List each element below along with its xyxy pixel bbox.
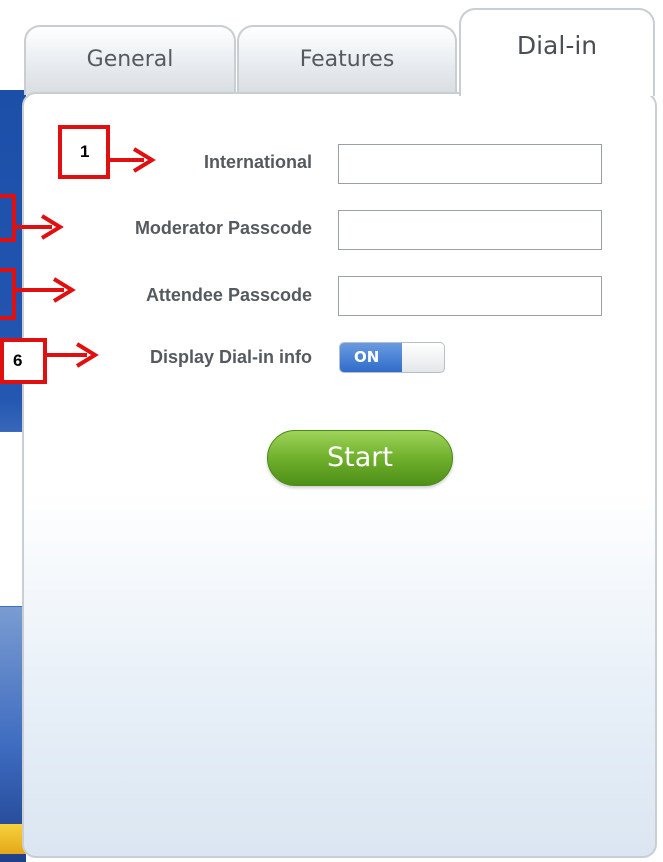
display-dial-in-info-label: Display Dial-in info (149, 347, 312, 367)
tab-features[interactable]: Features (237, 25, 457, 95)
annotation-arrow-2 (16, 214, 64, 240)
annotation-badge-1: 1 (58, 125, 110, 179)
start-button[interactable]: Start (267, 430, 453, 486)
attendee-passcode-field[interactable] (338, 276, 602, 316)
display-dial-in-toggle[interactable]: ON (339, 342, 445, 373)
international-label: International (203, 152, 312, 172)
international-field[interactable] (338, 144, 602, 184)
tab-general[interactable]: General (24, 25, 236, 95)
annotation-arrow-1 (110, 147, 156, 173)
annotation-arrow-6 (47, 342, 99, 368)
annotation-arrow-3 (16, 277, 76, 303)
attendee-passcode-label: Attendee Passcode (145, 285, 312, 305)
moderator-passcode-field[interactable] (338, 210, 602, 250)
toggle-on-state: ON (340, 343, 402, 372)
moderator-passcode-label: Moderator Passcode (134, 218, 312, 238)
annotation-badge-6: 6 (0, 338, 47, 384)
tab-dial-in[interactable]: Dial-in (459, 8, 655, 96)
